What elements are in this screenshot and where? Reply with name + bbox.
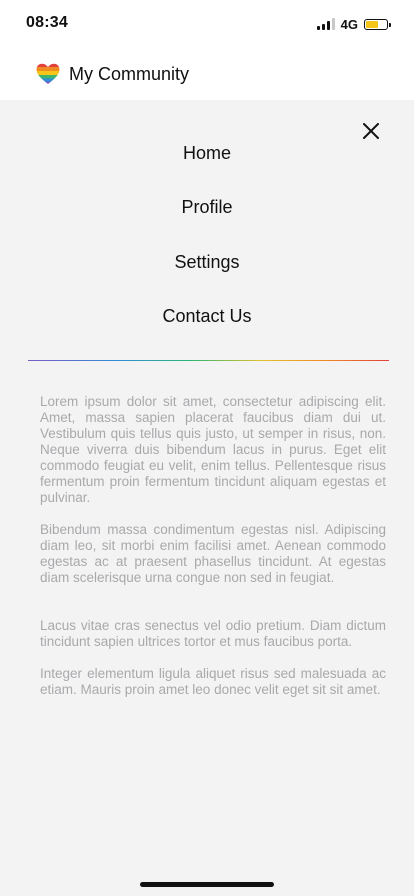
home-indicator[interactable] bbox=[140, 882, 274, 887]
network-type: 4G bbox=[340, 16, 358, 32]
nav-item-settings[interactable]: Settings bbox=[0, 252, 414, 273]
status-indicators: 4G bbox=[316, 16, 391, 32]
nav-item-contact-us[interactable]: Contact Us bbox=[0, 306, 414, 327]
paragraph-3: Lacus vitae cras senectus vel odio preti… bbox=[40, 618, 386, 649]
close-icon[interactable] bbox=[360, 120, 382, 142]
rainbow-heart-icon[interactable] bbox=[36, 63, 60, 85]
signal-strength-icon bbox=[316, 18, 335, 30]
app-header: My Community bbox=[0, 48, 414, 100]
nav-item-home[interactable]: Home bbox=[0, 143, 414, 164]
nav-item-profile[interactable]: Profile bbox=[0, 197, 414, 218]
paragraph-1: Lorem ipsum dolor sit amet, consectetur … bbox=[40, 394, 386, 505]
status-time: 08:34 bbox=[26, 14, 68, 31]
paragraph-2: Bibendum massa condimentum egestas nisl.… bbox=[40, 522, 386, 585]
app-title: My Community bbox=[69, 63, 190, 84]
status-bar: 08:34 4G bbox=[0, 0, 414, 48]
battery-level bbox=[366, 20, 378, 28]
paragraph-4: Integer elementum ligula aliquet risus s… bbox=[40, 666, 386, 697]
battery-icon bbox=[364, 18, 391, 30]
rainbow-divider bbox=[28, 360, 389, 361]
